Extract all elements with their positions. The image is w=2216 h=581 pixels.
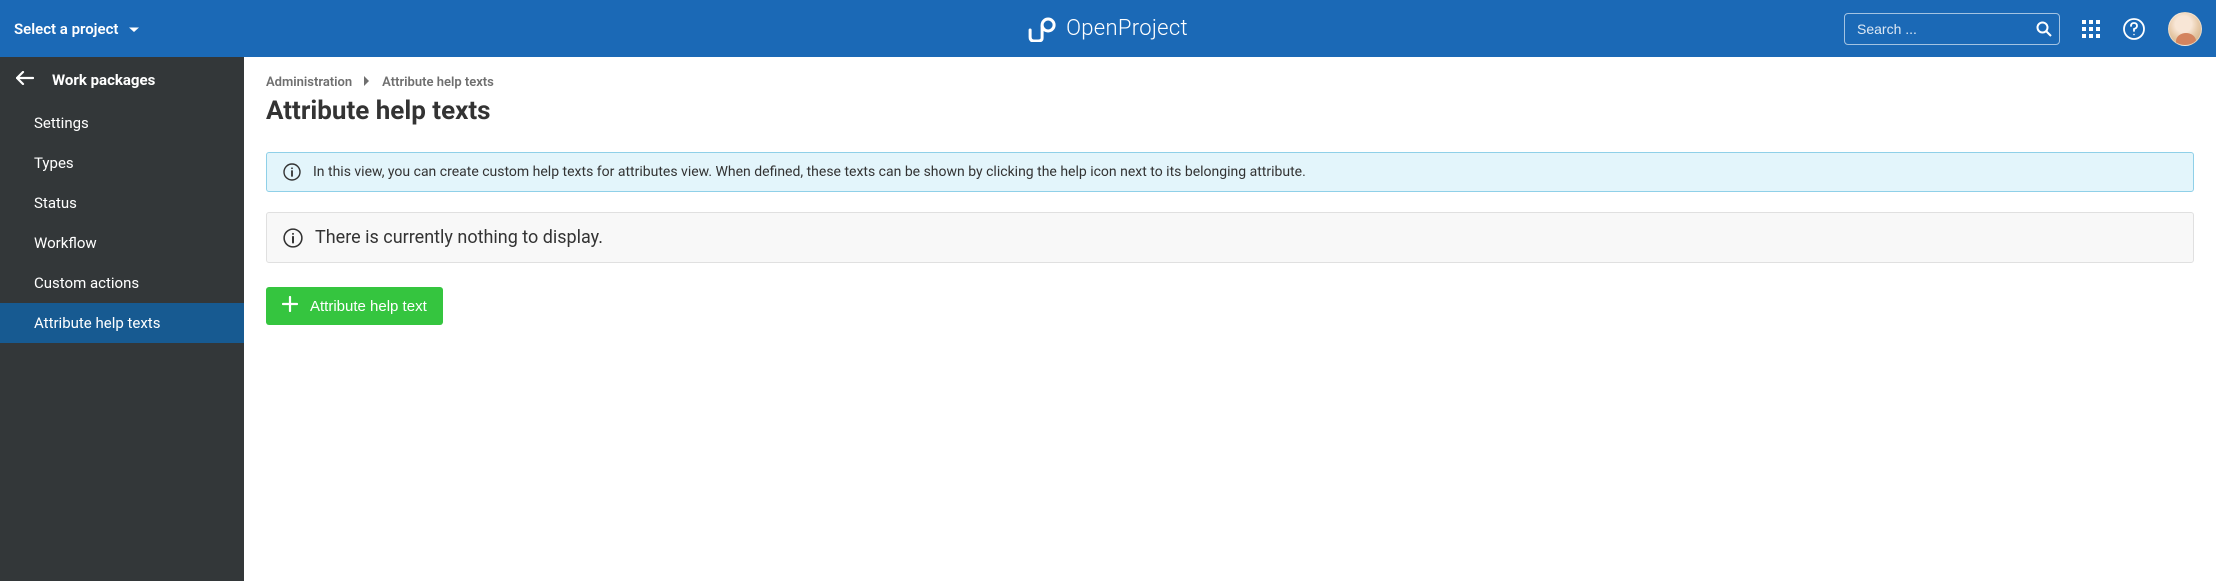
empty-text: There is currently nothing to display. [315, 227, 603, 248]
back-arrow-icon[interactable] [16, 71, 34, 89]
page-title: Attribute help texts [266, 96, 2194, 126]
search-box [1844, 13, 2060, 45]
info-icon [283, 228, 303, 248]
sidebar-item-attribute-help-texts[interactable]: Attribute help texts [0, 303, 244, 343]
sidebar-item-types[interactable]: Types [0, 143, 244, 183]
modules-icon[interactable] [2082, 20, 2100, 38]
plus-icon [282, 296, 298, 316]
breadcrumb: Administration Attribute help texts [266, 75, 2194, 90]
sidebar: Work packages Settings Types Status Work… [0, 57, 244, 581]
app-logo[interactable]: OpenProject [1028, 16, 1188, 42]
add-button-label: Attribute help text [310, 298, 427, 315]
app-logo-text: OpenProject [1066, 16, 1188, 41]
search-input[interactable] [1844, 13, 2060, 45]
breadcrumb-current: Attribute help texts [382, 75, 494, 90]
breadcrumb-separator-icon [364, 75, 370, 90]
breadcrumb-parent[interactable]: Administration [266, 75, 352, 90]
avatar[interactable] [2168, 12, 2202, 46]
info-text: In this view, you can create custom help… [313, 164, 1306, 180]
project-selector-label: Select a project [14, 20, 118, 38]
info-icon [283, 163, 301, 181]
search-icon[interactable] [2036, 21, 2052, 37]
help-icon[interactable] [2122, 17, 2146, 41]
sidebar-item-custom-actions[interactable]: Custom actions [0, 263, 244, 303]
header-right [1844, 12, 2202, 46]
content: Administration Attribute help texts Attr… [244, 57, 2216, 581]
sidebar-item-workflow[interactable]: Workflow [0, 223, 244, 263]
project-selector[interactable]: Select a project [14, 20, 140, 38]
sidebar-item-status[interactable]: Status [0, 183, 244, 223]
info-box: In this view, you can create custom help… [266, 152, 2194, 192]
sidebar-title: Work packages [52, 71, 155, 89]
openproject-logo-icon [1028, 16, 1058, 42]
chevron-down-icon [128, 20, 140, 38]
sidebar-item-settings[interactable]: Settings [0, 103, 244, 143]
add-attribute-help-text-button[interactable]: Attribute help text [266, 287, 443, 325]
empty-state: There is currently nothing to display. [266, 212, 2194, 263]
sidebar-header[interactable]: Work packages [0, 57, 244, 103]
sidebar-menu: Settings Types Status Workflow Custom ac… [0, 103, 244, 343]
top-header: Select a project OpenProject [0, 0, 2216, 57]
main-layout: Work packages Settings Types Status Work… [0, 57, 2216, 581]
